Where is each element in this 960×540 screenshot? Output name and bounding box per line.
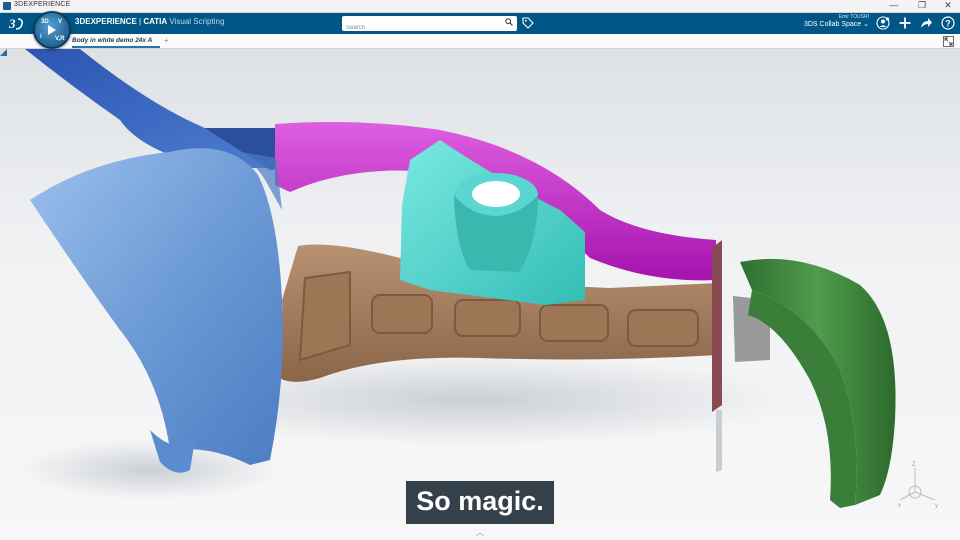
- bracket-hole: [472, 181, 520, 207]
- chevron-down-icon: ⌄: [863, 21, 869, 28]
- share-icon[interactable]: [919, 16, 933, 30]
- chevron-up-icon[interactable]: ︿: [475, 529, 485, 537]
- add-icon[interactable]: [898, 16, 912, 30]
- os-title-bar: 3DEXPERIENCE — ❐ ✕: [0, 0, 960, 13]
- tab-bar: Body in white demo 24x A +: [0, 34, 960, 49]
- close-button[interactable]: ✕: [936, 0, 960, 12]
- search-icon[interactable]: [505, 18, 513, 26]
- caption-overlay: So magic.: [0, 481, 960, 524]
- compass-quadrant-i[interactable]: i: [40, 34, 42, 40]
- search-input[interactable]: [346, 21, 496, 35]
- 3ds-logo-icon[interactable]: 3: [8, 15, 26, 32]
- search-field[interactable]: [342, 16, 517, 35]
- tag-icon[interactable]: [522, 17, 534, 29]
- app-name: Visual Scripting: [167, 17, 225, 26]
- fullscreen-icon[interactable]: [943, 36, 954, 47]
- brand-product: CATIA: [143, 17, 168, 26]
- top-bar: 3 3DEXPERIENCE | CATIA Visual Scripting …: [0, 13, 960, 35]
- compass-quadrant-vr[interactable]: V,R: [55, 36, 64, 42]
- 3d-viewport[interactable]: Z x y So magic. ︿: [0, 49, 960, 540]
- window-title: 3DEXPERIENCE: [14, 1, 71, 8]
- user-info[interactable]: Emir TOUSRI 3DS Collab Space ⌄: [804, 14, 869, 30]
- part-plate-reflection: [716, 410, 722, 472]
- app-window-icon: [3, 2, 11, 10]
- play-icon[interactable]: [48, 25, 56, 35]
- caption-text: So magic.: [406, 481, 554, 524]
- part-fender-panel[interactable]: [30, 148, 283, 465]
- minimize-button[interactable]: —: [882, 0, 906, 12]
- axis-z-label: Z: [912, 462, 916, 468]
- 3d-model-render[interactable]: Z x y: [0, 49, 960, 540]
- app-title: 3DEXPERIENCE | CATIA Visual Scripting: [75, 17, 224, 26]
- maximize-button[interactable]: ❐: [910, 0, 934, 12]
- collab-space-selector[interactable]: 3DS Collab Space ⌄: [804, 20, 869, 30]
- svg-text:3: 3: [8, 16, 16, 31]
- compass-quadrant-v[interactable]: V: [58, 19, 62, 25]
- tab-body-in-white[interactable]: Body in white demo 24x A: [72, 37, 152, 44]
- help-icon[interactable]: ?: [941, 16, 955, 30]
- add-tab-button[interactable]: +: [164, 36, 169, 45]
- share-user-icon[interactable]: [876, 16, 890, 30]
- brand-prefix: 3DEXPERIENCE: [75, 17, 137, 26]
- resize-grip-icon[interactable]: [0, 49, 7, 56]
- svg-text:?: ?: [945, 19, 951, 29]
- part-thin-plate[interactable]: [712, 240, 722, 412]
- collab-space-label: 3DS Collab Space: [803, 21, 862, 28]
- compass-icon[interactable]: 3D V i V,R: [33, 11, 71, 49]
- tab-active-indicator: [72, 46, 160, 48]
